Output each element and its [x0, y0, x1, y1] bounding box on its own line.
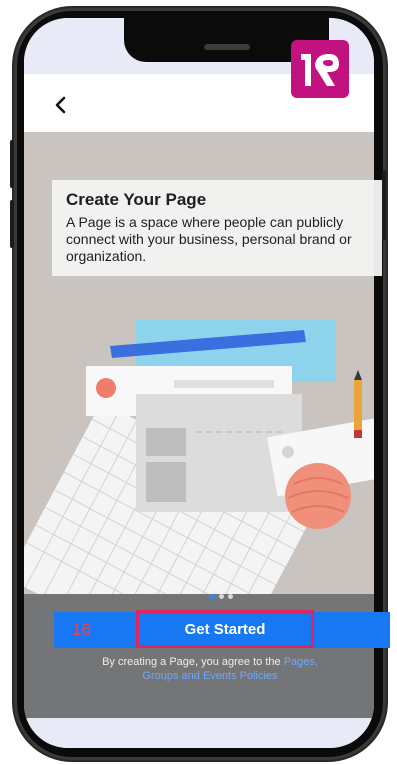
groups-events-policy-link[interactable]: Groups and Events Policies [142, 670, 277, 682]
chevron-left-icon[interactable] [52, 96, 70, 114]
terms-prefix: By creating a Page, you agree to the [102, 656, 284, 668]
get-started-button[interactable]: Get Started [136, 610, 314, 648]
intro-title: Create Your Page [66, 190, 207, 209]
pager-dot[interactable] [210, 594, 215, 599]
pages-policy-link[interactable]: Pages, [284, 656, 318, 668]
pager-dots [210, 594, 233, 599]
pager-dot[interactable] [228, 594, 233, 599]
volume-up-button [10, 140, 14, 188]
intro-card: Create Your Page A Page is a space where… [52, 180, 382, 276]
logo-glyph [301, 54, 339, 86]
terms-text: By creating a Page, you agree to the Pag… [40, 655, 380, 683]
power-button [382, 170, 386, 240]
volume-down-button [10, 200, 14, 248]
pager-dot[interactable] [219, 594, 224, 599]
home-indicator-area [24, 718, 374, 748]
intro-body: A Page is a space where people can publi… [66, 214, 352, 264]
app-logo-icon [291, 40, 349, 98]
step-number: 16 [72, 620, 91, 639]
speaker [204, 44, 250, 50]
